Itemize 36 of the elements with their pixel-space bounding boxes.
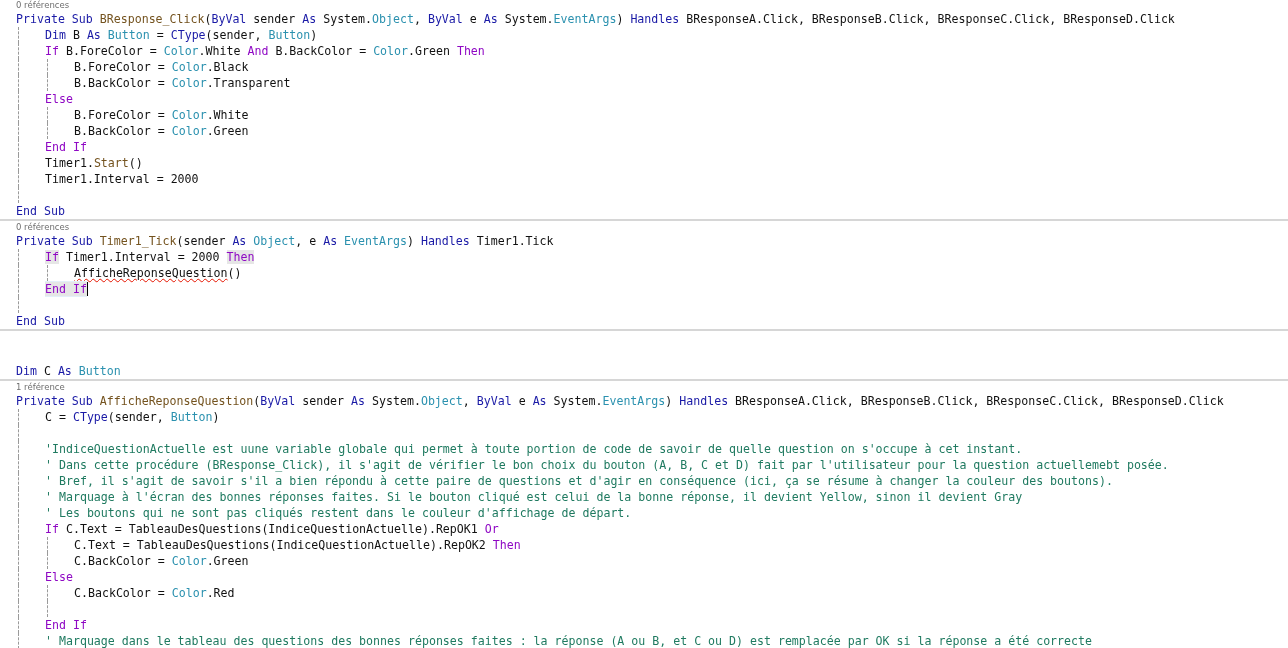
code-line: Dim B As Button = CType(sender, Button) bbox=[45, 27, 318, 43]
reference-count-link[interactable]: 0 références bbox=[16, 221, 70, 233]
code-line: C.BackColor = Color.Red bbox=[74, 585, 235, 601]
code-line: Private Sub AfficheReponseQuestion(ByVal sender As System.Object, ByVal e As System.EventArgs) Handles BResponseA.Click, BResponseB.Click, BResponseC.Click, BResponseD.Click bbox=[16, 393, 1224, 409]
code-line: 'IndiceQuestionActuelle est uune variable globale qui permet à toute portion de code de savoir de quelle question on s'occupe à cet instant. bbox=[45, 441, 1023, 457]
code-line: B.BackColor = Color.Transparent bbox=[74, 75, 291, 91]
code-line: B.ForeColor = Color.Black bbox=[74, 59, 249, 75]
code-line: B.BackColor = Color.Green bbox=[74, 123, 249, 139]
code-line: ' Bref, il s'agit de savoir s'il a bien répondu à cette paire de questions et d'agir en conséquence (ici, ça se résume à changer la couleur des boutons). bbox=[45, 473, 1113, 489]
code-line: If Timer1.Interval = 2000 Then bbox=[45, 249, 255, 265]
code-line: B.ForeColor = Color.White bbox=[74, 107, 249, 123]
reference-count-link[interactable]: 0 références bbox=[16, 0, 70, 11]
code-line: ' Marquage dans le tableau des questions des bonnes réponses faites : la réponse (A ou B, et C ou D) est remplacée par OK si la réponse a été correcte bbox=[45, 633, 1092, 648]
code-line: If B.ForeColor = Color.White And B.BackColor = Color.Green Then bbox=[45, 43, 485, 59]
code-line: C.Text = TableauDesQuestions(IndiceQuestionActuelle).RepOK2 Then bbox=[74, 537, 521, 553]
code-line: Else bbox=[45, 91, 73, 107]
code-line: End If bbox=[45, 139, 87, 155]
code-line: ' Les boutons qui ne sont pas cliqués restent dans le couleur d'affichage de départ. bbox=[45, 505, 632, 521]
code-line: AfficheReponseQuestion() bbox=[74, 265, 242, 281]
code-line: ' Dans cette procédure (BResponse_Click), il s'agit de vérifier le bon choix du bouton (A, B, C et D) fait par l'utilisateur pour la question actuellemebt posée. bbox=[45, 457, 1169, 473]
reference-count-link[interactable]: 1 référence bbox=[16, 381, 65, 393]
code-line: Timer1.Interval = 2000 bbox=[45, 171, 199, 187]
code-line: Private Sub Timer1_Tick(sender As Object, e As EventArgs) Handles Timer1.Tick bbox=[16, 233, 554, 249]
code-line: Else bbox=[45, 569, 73, 585]
code-line: Dim C As Button bbox=[16, 363, 121, 379]
code-line: Timer1.Start() bbox=[45, 155, 143, 171]
code-line: C = CType(sender, Button) bbox=[45, 409, 220, 425]
code-line: End If bbox=[45, 617, 87, 633]
code-line: Private Sub BResponse_Click(ByVal sender As System.Object, ByVal e As System.EventArgs) Handles BResponseA.Click, BResponseB.Click, BResponseC.Click, BResponseD.Click bbox=[16, 11, 1175, 27]
code-line: C.BackColor = Color.Green bbox=[74, 553, 249, 569]
code-line: End Sub bbox=[16, 203, 65, 219]
code-editor[interactable] bbox=[0, 0, 1288, 648]
code-line: End If bbox=[45, 281, 87, 297]
code-line: ' Marquage à l'écran des bonnes réponses faites. Si le bouton cliqué est celui de la bonne réponse, il devient Yellow, sinon il devient Gray bbox=[45, 489, 1023, 505]
code-line: End Sub bbox=[16, 313, 65, 329]
code-line: If C.Text = TableauDesQuestions(IndiceQuestionActuelle).RepOK1 Or bbox=[45, 521, 499, 537]
